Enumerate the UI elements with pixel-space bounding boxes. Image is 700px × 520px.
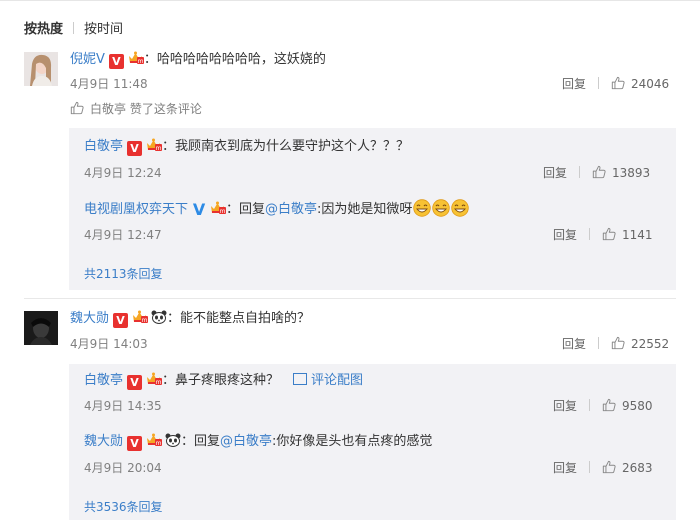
mention-link[interactable]: @白敬亭	[265, 202, 317, 217]
reply-username[interactable]: 白敬亭	[84, 373, 123, 388]
sort-tabs: 按热度 按时间	[24, 18, 123, 37]
reply-text-row: 魏大勋 V ：回复@白敬亭:你好像是头也有点疼的感觉	[84, 432, 432, 451]
thumbs-up-icon	[70, 101, 84, 115]
reply-actions: 回复 1141	[553, 226, 653, 243]
thumbs-up-icon	[602, 227, 616, 241]
reply-text: ：我顾南衣到底为什么要守护这个人？？？	[162, 139, 410, 154]
reply-button[interactable]: 回复	[543, 166, 567, 180]
reply-text: :你好像是头也有点疼的感觉	[272, 434, 433, 449]
action-divider	[579, 166, 581, 178]
reply-text-row: 电视剧凰权弈天下 V ：回复@白敬亭:因为她是知微呀	[84, 199, 469, 219]
thumbs-up-icon	[602, 460, 616, 474]
liked-by-text: 白敬亭 赞了这条评论	[90, 102, 202, 116]
comment-image-link[interactable]: 评论配图	[311, 373, 363, 388]
member-crown-icon	[145, 432, 162, 447]
member-crown-icon	[209, 200, 226, 215]
thumbs-up-icon	[611, 336, 625, 350]
panda-icon	[151, 310, 167, 324]
comment-username[interactable]: 倪妮V	[70, 52, 105, 67]
like-count: 24046	[631, 77, 670, 91]
action-divider	[598, 337, 600, 349]
member-crown-icon	[145, 371, 162, 386]
verified-v-icon: V	[127, 436, 143, 451]
like-button[interactable]: 2683	[602, 461, 653, 475]
avatar[interactable]	[24, 311, 58, 345]
verified-v-icon: V	[127, 375, 143, 390]
like-button[interactable]: 9580	[602, 399, 653, 413]
reply-text-row: 白敬亭 V ：鼻子疼眼疼这种？ 评论配图	[84, 371, 363, 390]
verified-v-icon: V	[108, 54, 124, 69]
reply-username[interactable]: 电视剧凰权弈天下	[84, 202, 188, 217]
sort-by-time-tab[interactable]: 按时间	[84, 22, 123, 37]
reply-time: 4月9日 12:47	[84, 228, 162, 242]
mention-link[interactable]: @白敬亭	[220, 434, 272, 449]
member-crown-icon	[131, 309, 148, 324]
verified-v-icon: V	[127, 141, 143, 156]
top-divider	[0, 0, 700, 1]
like-button[interactable]: 24046	[611, 77, 669, 91]
comment-username[interactable]: 魏大勋	[70, 311, 109, 326]
sort-divider	[73, 22, 75, 34]
avatar[interactable]	[24, 52, 58, 86]
thumbs-up-icon	[592, 165, 606, 179]
action-divider	[589, 228, 591, 240]
reply-username[interactable]: 魏大勋	[84, 434, 123, 449]
reply-time: 4月9日 14:35	[84, 399, 162, 413]
reply-prefix: ：回复	[226, 202, 266, 217]
like-button[interactable]: 1141	[602, 228, 653, 242]
image-icon	[293, 373, 308, 385]
thumbs-up-icon	[602, 398, 616, 412]
reply-actions: 回复 13893	[543, 164, 650, 181]
reply-text: ：鼻子疼眼疼这种？	[162, 373, 280, 388]
more-replies-link[interactable]: 共2113条回复	[84, 265, 163, 282]
grin-emoji-icon	[432, 199, 450, 217]
verified-v-icon: V	[113, 313, 129, 328]
thumbs-up-icon	[611, 76, 625, 90]
reply-button[interactable]: 回复	[562, 77, 586, 91]
like-button[interactable]: 13893	[592, 166, 650, 180]
like-count: 1141	[622, 228, 653, 242]
member-crown-icon	[145, 137, 162, 152]
comment-actions: 回复 24046	[562, 75, 669, 92]
liked-by-row: 白敬亭 赞了这条评论	[70, 100, 202, 117]
reply-actions: 回复 9580	[553, 397, 653, 414]
comment-text-row: 魏大勋 V ：能不能整点自拍啥的？	[70, 309, 310, 328]
comment-time: 4月9日 14:03	[70, 337, 148, 351]
like-count: 13893	[612, 166, 651, 180]
action-divider	[589, 461, 591, 473]
reply-button[interactable]: 回复	[553, 461, 577, 475]
like-count: 22552	[631, 337, 670, 351]
comment-time: 4月9日 11:48	[70, 77, 148, 91]
panda-icon	[165, 433, 181, 447]
reply-button[interactable]: 回复	[562, 337, 586, 351]
like-count: 2683	[622, 461, 653, 475]
reply-button[interactable]: 回复	[553, 399, 577, 413]
like-button[interactable]: 22552	[611, 337, 669, 351]
more-replies-link[interactable]: 共3536条回复	[84, 498, 163, 515]
reply-time: 4月9日 20:04	[84, 461, 162, 475]
comment-actions: 回复 22552	[562, 335, 669, 352]
verified-v-icon: V	[192, 200, 206, 219]
grin-emoji-icon	[451, 199, 469, 217]
comment-divider	[24, 298, 676, 299]
like-count: 9580	[622, 399, 653, 413]
comment-text: ：能不能整点自拍啥的？	[167, 311, 311, 326]
reply-prefix: ：回复	[181, 434, 221, 449]
reply-actions: 回复 2683	[553, 459, 653, 476]
reply-text: :因为她是知微呀	[317, 202, 413, 217]
comment-text: ：哈哈哈哈哈哈哈哈，这妖娆的	[143, 52, 326, 67]
reply-text-row: 白敬亭 V ：我顾南衣到底为什么要守护这个人？？？	[84, 137, 409, 156]
member-crown-icon	[127, 50, 144, 65]
action-divider	[598, 77, 600, 89]
sort-by-hot-tab[interactable]: 按热度	[24, 22, 63, 37]
comment-text-row: 倪妮V V ：哈哈哈哈哈哈哈哈，这妖娆的	[70, 50, 326, 69]
reply-username[interactable]: 白敬亭	[84, 139, 123, 154]
reply-time: 4月9日 12:24	[84, 166, 162, 180]
action-divider	[589, 399, 591, 411]
grin-emoji-icon	[413, 199, 431, 217]
reply-button[interactable]: 回复	[553, 228, 577, 242]
